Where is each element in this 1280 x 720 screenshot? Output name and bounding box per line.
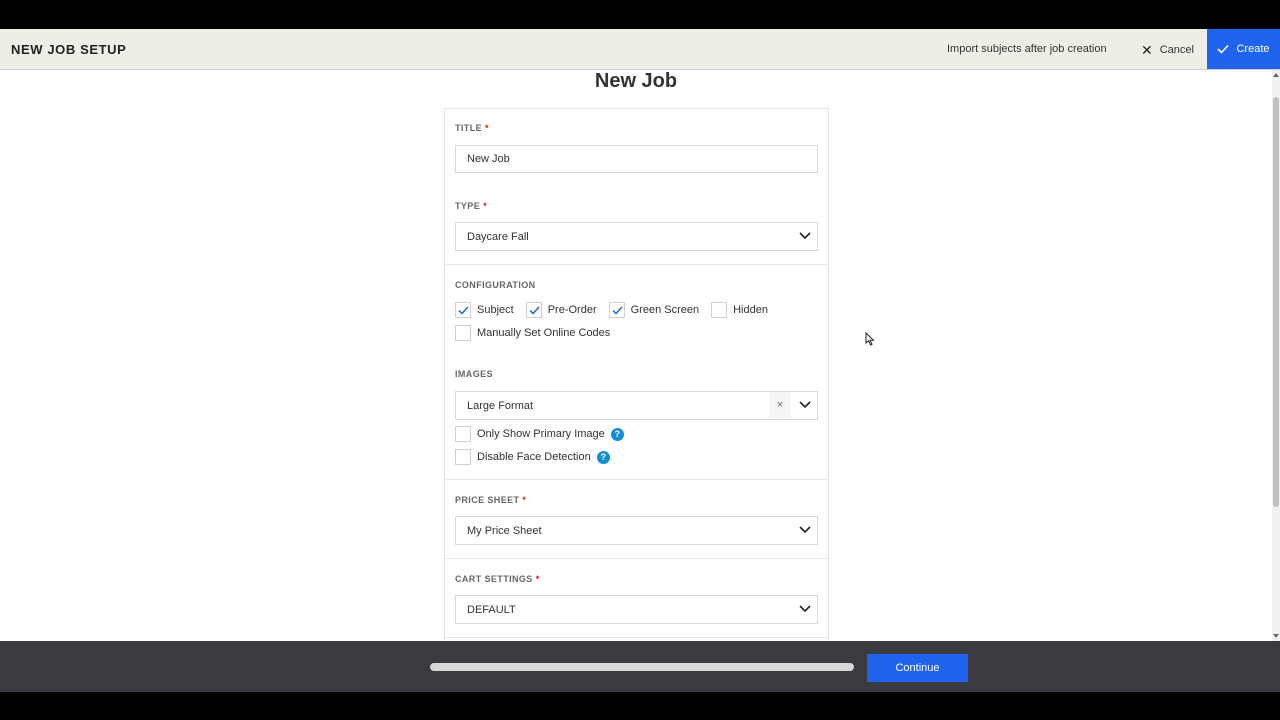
close-icon: ✕ bbox=[1141, 41, 1153, 58]
page-scrollbar[interactable] bbox=[1272, 70, 1280, 641]
help-icon[interactable]: ? bbox=[596, 450, 610, 464]
page-title: New Job bbox=[594, 70, 678, 92]
manual-online-codes-checkbox[interactable] bbox=[455, 325, 471, 341]
configuration-section: CONFIGURATION Subject Pre-Order Green Sc… bbox=[445, 265, 828, 480]
chevron-down-icon bbox=[799, 605, 811, 613]
import-subjects-link[interactable]: Import subjects after job creation bbox=[947, 43, 1107, 55]
clear-icon[interactable]: × bbox=[769, 392, 791, 419]
price-sheet-label: PRICE SHEET * bbox=[455, 495, 527, 505]
title-section: TITLE * New Job bbox=[445, 109, 828, 187]
configuration-options: Subject Pre-Order Green Screen Hidden bbox=[455, 302, 768, 318]
type-select[interactable]: Daycare Fall bbox=[455, 222, 818, 251]
check-icon bbox=[1217, 44, 1230, 54]
progress-bar bbox=[430, 663, 854, 671]
green-screen-label: Green Screen bbox=[630, 304, 700, 316]
check-icon bbox=[529, 306, 540, 315]
job-form: TITLE * New Job TYPE * Daycare Fall CONFIG… bbox=[444, 108, 829, 641]
green-screen-checkbox[interactable] bbox=[608, 302, 625, 318]
price-sheet-section: PRICE SHEET * My Price Sheet bbox=[445, 480, 828, 559]
cancel-label: Cancel bbox=[1159, 44, 1194, 56]
main-content: New Job TITLE * New Job TYPE * Daycare Fal… bbox=[0, 70, 1280, 641]
footer-bar: Continue bbox=[0, 641, 1280, 692]
images-value: Large Format bbox=[467, 400, 534, 412]
type-value: Daycare Fall bbox=[467, 231, 529, 243]
continue-button[interactable]: Continue bbox=[867, 654, 968, 682]
pre-order-label: Pre-Order bbox=[547, 304, 597, 316]
create-label: Create bbox=[1236, 43, 1270, 55]
scroll-up-icon[interactable] bbox=[1273, 73, 1279, 77]
chevron-down-icon bbox=[799, 526, 811, 534]
face-detection-option: Disable Face Detection ? bbox=[455, 449, 610, 465]
online-codes-option: Manually Set Online Codes bbox=[455, 325, 610, 341]
check-icon bbox=[612, 306, 623, 315]
pre-order-checkbox[interactable] bbox=[525, 302, 542, 318]
images-select[interactable]: Large Format × bbox=[455, 391, 818, 420]
app-header: NEW JOB SETUP Import subjects after job … bbox=[0, 29, 1280, 70]
disable-face-detection-label: Disable Face Detection bbox=[477, 451, 591, 463]
price-sheet-select[interactable]: My Price Sheet bbox=[455, 516, 818, 545]
title-input[interactable]: New Job bbox=[455, 145, 818, 173]
type-label: TYPE * bbox=[455, 201, 488, 211]
subject-checkbox[interactable] bbox=[455, 302, 471, 318]
chevron-down-icon bbox=[799, 401, 811, 409]
images-label: IMAGES bbox=[455, 369, 493, 379]
only-primary-image-checkbox[interactable] bbox=[455, 426, 471, 442]
chevron-down-icon bbox=[799, 232, 811, 240]
cart-settings-label: CART SETTINGS * bbox=[455, 574, 540, 584]
configuration-label: CONFIGURATION bbox=[455, 280, 536, 290]
scroll-down-icon[interactable] bbox=[1273, 634, 1279, 638]
price-sheet-value: My Price Sheet bbox=[467, 525, 542, 537]
primary-image-option: Only Show Primary Image ? bbox=[455, 426, 624, 442]
manual-online-codes-label: Manually Set Online Codes bbox=[477, 327, 611, 339]
type-section: TYPE * Daycare Fall bbox=[445, 187, 828, 265]
scrollbar-thumb[interactable] bbox=[1273, 97, 1279, 507]
hidden-label: Hidden bbox=[733, 304, 768, 316]
hidden-checkbox[interactable] bbox=[711, 302, 728, 318]
cart-settings-section: CART SETTINGS * DEFAULT bbox=[445, 559, 828, 638]
app-title: NEW JOB SETUP bbox=[11, 42, 127, 57]
help-icon[interactable]: ? bbox=[610, 427, 624, 441]
cart-settings-select[interactable]: DEFAULT bbox=[455, 595, 818, 624]
title-label: TITLE * bbox=[455, 123, 489, 133]
subject-label: Subject bbox=[477, 304, 514, 316]
create-button[interactable]: Create bbox=[1207, 29, 1280, 69]
disable-face-detection-checkbox[interactable] bbox=[455, 449, 471, 465]
check-icon bbox=[458, 306, 469, 315]
mouse-pointer-icon bbox=[865, 332, 875, 346]
cancel-button[interactable]: ✕ Cancel bbox=[1141, 40, 1194, 60]
only-primary-image-label: Only Show Primary Image bbox=[477, 428, 605, 440]
cart-settings-value: DEFAULT bbox=[467, 604, 516, 616]
